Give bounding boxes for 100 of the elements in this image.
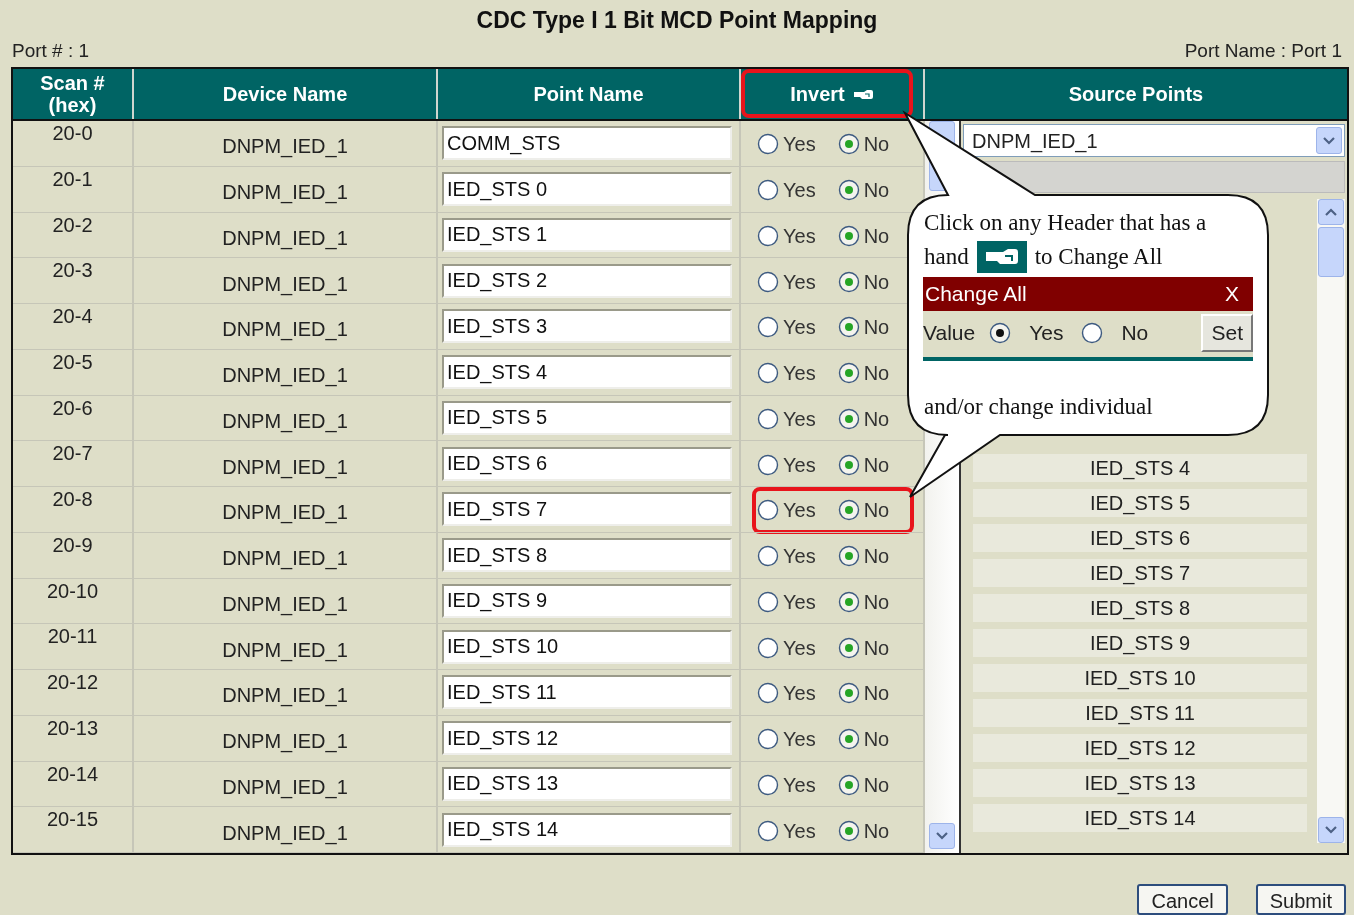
source-point-item[interactable]: IED_STS 4 (973, 454, 1307, 482)
radio-option[interactable]: No (837, 495, 890, 526)
point-name-field[interactable]: IED_STS 7 (442, 492, 732, 527)
radio-option[interactable]: Yes (757, 769, 816, 800)
callout-text: Click on any Header that has a (924, 209, 1208, 237)
radio-option[interactable]: Yes (757, 815, 816, 846)
value-label: Value (923, 320, 976, 347)
radio-icon (837, 819, 860, 842)
scan-number: 20-7 (52, 443, 93, 467)
radio-option[interactable]: Yes (757, 541, 816, 572)
hand-icon (852, 88, 874, 100)
scroll-down-button[interactable] (1318, 817, 1344, 843)
chevron-down-icon (1323, 136, 1335, 145)
source-point-item[interactable]: IED_STS 10 (973, 664, 1307, 692)
radio-option[interactable]: No (837, 266, 890, 297)
device-name: DNPM_IED_1 (222, 134, 348, 160)
device-dropdown[interactable]: DNPM_IED_1 (963, 124, 1345, 157)
radio-icon (837, 407, 860, 430)
source-point-item[interactable]: IED_STS 9 (973, 629, 1307, 657)
radio-option[interactable]: Yes (757, 220, 816, 251)
point-name-field[interactable]: IED_STS 9 (442, 583, 732, 618)
source-point-item[interactable]: IED_STS 7 (973, 559, 1307, 587)
radio-option[interactable]: No (837, 724, 890, 755)
radio-option[interactable]: No (837, 586, 890, 617)
point-name-field[interactable]: IED_STS 14 (442, 812, 732, 847)
source-point-item[interactable]: IED_STS 14 (973, 804, 1307, 832)
radio-option[interactable]: Yes (757, 586, 816, 617)
radio-option[interactable]: Yes (757, 175, 816, 206)
device-name: DNPM_IED_1 (222, 408, 348, 435)
action-button[interactable]: Cancel (1137, 884, 1228, 915)
radio-icon (837, 636, 860, 659)
device-name: DNPM_IED_1 (222, 637, 348, 664)
radio-option[interactable]: Yes (757, 495, 816, 526)
scroll-down-button[interactable] (929, 823, 955, 849)
point-name-field[interactable]: IED_STS 10 (442, 629, 732, 664)
point-name-field[interactable]: IED_STS 13 (442, 766, 732, 801)
source-point-item[interactable]: IED_STS 13 (973, 769, 1307, 797)
radio-option[interactable]: No (1081, 317, 1149, 349)
radio-icon (757, 224, 779, 247)
scan-number: 20-14 (46, 763, 99, 787)
radio-option[interactable]: No (837, 632, 890, 663)
device-name: DNPM_IED_1 (222, 454, 348, 481)
point-name-field[interactable]: IED_STS 6 (442, 446, 732, 481)
action-button[interactable]: Submit (1255, 884, 1346, 915)
radio-icon (837, 270, 860, 293)
source-point-item[interactable]: IED_STS 8 (973, 594, 1307, 622)
source-point-item[interactable]: IED_STS 5 (973, 489, 1307, 517)
dialog-title: Change All (925, 281, 1027, 308)
device-name: DNPM_IED_1 (222, 546, 348, 572)
point-name-field[interactable]: IED_STS 5 (442, 400, 732, 435)
radio-option[interactable]: Yes (757, 632, 816, 663)
radio-option[interactable]: Yes (757, 449, 816, 480)
set-button[interactable]: Set (1201, 314, 1253, 352)
dropdown-toggle[interactable] (1316, 127, 1342, 154)
point-name-field[interactable]: IED_STS 4 (442, 355, 732, 390)
radio-option[interactable]: Yes (757, 358, 816, 389)
point-name-field[interactable]: IED_STS 0 (442, 172, 732, 207)
scrollbar-thumb[interactable] (1318, 227, 1344, 277)
radio-option[interactable]: No (837, 815, 890, 846)
point-name-field[interactable]: IED_STS 3 (442, 309, 732, 344)
radio-option[interactable]: Yes (757, 724, 816, 755)
radio-icon (757, 362, 779, 385)
radio-option[interactable]: Yes (757, 678, 816, 709)
hand-icon (976, 241, 1027, 273)
radio-option[interactable]: No (837, 175, 890, 206)
radio-icon (837, 362, 860, 385)
point-name-field[interactable]: IED_STS 1 (442, 217, 732, 252)
point-name-field[interactable]: IED_STS 2 (442, 263, 732, 298)
scroll-up-button[interactable] (1318, 199, 1344, 225)
radio-option[interactable]: Yes (757, 403, 816, 434)
device-name: DNPM_IED_1 (222, 363, 348, 389)
radio-option[interactable]: No (837, 129, 890, 160)
column-header: Scan # (hex) (13, 69, 134, 119)
point-name-field[interactable]: IED_STS 8 (442, 538, 732, 573)
radio-option[interactable]: Yes (757, 266, 816, 297)
source-point-item[interactable]: IED_STS 6 (973, 524, 1307, 552)
point-name-field[interactable]: COMM_STS (442, 126, 732, 161)
source-point-item[interactable]: IED_STS 12 (973, 734, 1307, 762)
radio-option[interactable]: No (837, 358, 890, 389)
radio-option[interactable]: No (837, 541, 890, 572)
source-point-item[interactable]: IED_STS 11 (973, 699, 1307, 727)
radio-icon (837, 316, 860, 339)
point-name-field[interactable]: IED_STS 11 (442, 675, 732, 710)
radio-option[interactable]: No (837, 220, 890, 251)
point-name-field[interactable]: IED_STS 12 (442, 721, 732, 756)
close-button[interactable]: X (1225, 278, 1239, 310)
radio-option[interactable]: Yes (989, 317, 1064, 349)
radio-icon (757, 407, 779, 430)
header-label: Invert (790, 82, 845, 107)
radio-icon (757, 133, 779, 156)
radio-option[interactable]: No (837, 769, 890, 800)
radio-option[interactable]: No (837, 449, 890, 480)
radio-option[interactable]: Yes (757, 129, 816, 160)
radio-option[interactable]: Yes (757, 312, 816, 343)
radio-option[interactable]: No (837, 403, 890, 434)
device-name: DNPM_IED_1 (222, 591, 348, 618)
scan-number: 20-2 (52, 214, 93, 238)
radio-option[interactable]: No (837, 312, 890, 343)
radio-option[interactable]: No (837, 678, 890, 709)
radio-icon (757, 773, 779, 796)
